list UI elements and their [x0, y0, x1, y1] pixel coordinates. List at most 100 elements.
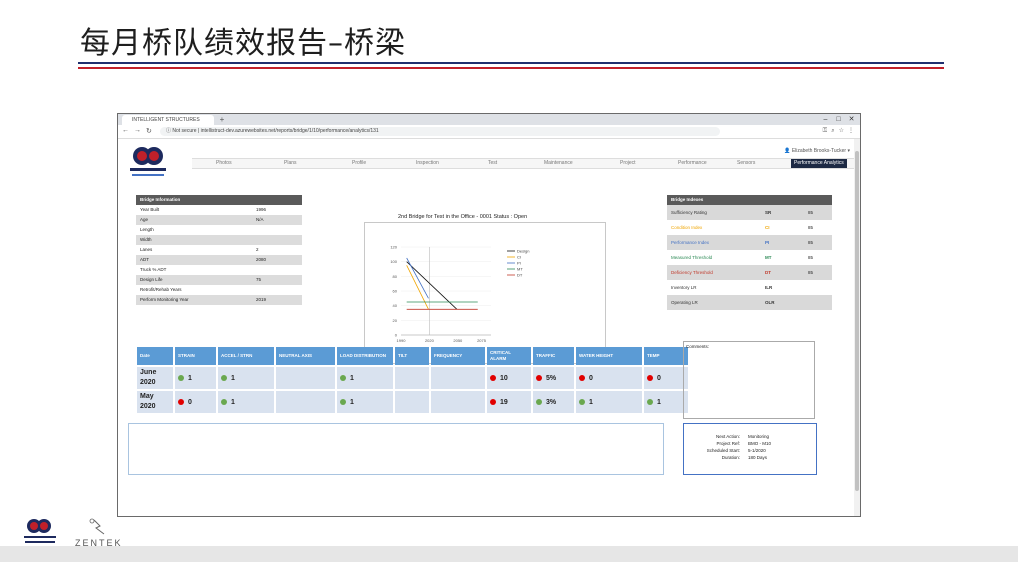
- status-cell[interactable]: 1: [175, 367, 216, 389]
- status-cell[interactable]: 5%: [533, 367, 574, 389]
- status-cell: [431, 367, 485, 389]
- legend-label: DT: [517, 273, 523, 278]
- bridge-info-row: Perform Monitoring Year 2019: [136, 295, 302, 305]
- status-value: 1: [350, 374, 354, 382]
- status-cell[interactable]: 3%: [533, 391, 574, 413]
- green-status-dot-icon: [221, 374, 227, 381]
- bridge-info-row: Design Life 75: [136, 275, 302, 285]
- status-cell: [395, 367, 429, 389]
- column-header: CRITICAL ALARM: [487, 347, 531, 365]
- status-value: 3%: [546, 398, 557, 406]
- chart-title: 2nd Bridge for Test in the Office - 0001…: [398, 214, 528, 220]
- nav-maintenance[interactable]: Maintenance: [544, 159, 573, 168]
- legend-label: Design: [517, 249, 529, 254]
- menu-icon[interactable]: ⋮: [848, 128, 854, 134]
- bridge-info-row: Width: [136, 235, 302, 245]
- nav-project[interactable]: Project: [620, 159, 636, 168]
- next-action-label: Duration:: [721, 455, 740, 460]
- slide-title: 每月桥队绩效报告–桥梁: [80, 26, 406, 61]
- zoom-icon[interactable]: ⌕: [831, 128, 834, 134]
- next-action-row: Duration: 180 Days: [684, 455, 816, 461]
- nav-performance-analytics[interactable]: Performance Analytics: [791, 159, 847, 168]
- key-icon[interactable]: ⚿: [823, 128, 828, 134]
- maximize-icon[interactable]: □: [832, 114, 845, 125]
- nav-performance[interactable]: Performance: [678, 159, 707, 168]
- user-menu[interactable]: 👤 Elizabeth Brooks-Tucker ▾: [784, 148, 850, 154]
- x-tick-label: 1990: [397, 338, 407, 343]
- status-cell[interactable]: 1: [644, 391, 688, 413]
- y-tick-label: 0: [395, 333, 398, 338]
- y-tick-label: 40: [393, 303, 398, 308]
- notes-area[interactable]: [128, 423, 664, 475]
- column-header: FREQUENCY: [431, 347, 485, 365]
- next-action-panel: Next Action: Monitoring Project Ref: BMO - …: [683, 423, 817, 475]
- browser-tab-bar: INTELLIGENT STRUCTURES + – □ ✕: [118, 114, 860, 125]
- bridge-index-code: MT: [765, 255, 772, 260]
- status-cell[interactable]: 1: [337, 391, 393, 413]
- bridge-info-value: 1996: [256, 207, 267, 212]
- forward-icon[interactable]: →: [134, 127, 141, 134]
- bridge-index-label: Operating LR: [671, 300, 698, 305]
- next-action-row: Scheduled Start: 5-1/2020: [684, 448, 816, 454]
- back-icon[interactable]: ←: [122, 127, 129, 134]
- green-status-dot-icon: [340, 398, 346, 405]
- nav-profile[interactable]: Profile: [352, 159, 366, 168]
- next-action-value: Monitoring: [748, 434, 770, 439]
- bridge-info-value: 2080: [256, 257, 267, 262]
- legend-label: CI: [517, 255, 521, 260]
- bridge-index-row: Measured Threshold MT 85: [667, 250, 832, 265]
- next-action-label: Next Action:: [715, 434, 740, 439]
- star-icon[interactable]: ☆: [839, 128, 844, 134]
- reload-icon[interactable]: ↻: [146, 127, 152, 135]
- status-cell[interactable]: 0: [644, 367, 688, 389]
- minimize-icon[interactable]: –: [819, 114, 832, 125]
- column-header: WATER HEIGHT: [576, 347, 642, 365]
- bridge-index-code: DT: [765, 270, 771, 275]
- legend-label: PI: [517, 261, 521, 266]
- url-field[interactable]: ⓘ Not secure | intellistruct-dev.azurewe…: [160, 127, 720, 136]
- browser-tab[interactable]: INTELLIGENT STRUCTURES: [122, 115, 214, 125]
- nav-inspection[interactable]: Inspection: [416, 159, 439, 168]
- y-tick-label: 20: [393, 318, 398, 323]
- nav-photos[interactable]: Photos: [216, 159, 232, 168]
- page-scrollbar[interactable]: [854, 139, 860, 516]
- nav-sensors[interactable]: Sensors: [737, 159, 755, 168]
- status-value: 1: [589, 398, 593, 406]
- status-cell[interactable]: 1: [218, 391, 274, 413]
- nav-test[interactable]: Test: [488, 159, 497, 168]
- new-tab-icon[interactable]: +: [217, 115, 227, 124]
- close-icon[interactable]: ✕: [845, 114, 858, 125]
- bridge-index-value: 85: [808, 240, 814, 245]
- status-cell[interactable]: 10: [487, 367, 531, 389]
- next-action-row: Project Ref: BMO - M10: [684, 441, 816, 447]
- status-cell[interactable]: 19: [487, 391, 531, 413]
- status-cell: [276, 367, 335, 389]
- status-cell[interactable]: 1: [576, 391, 642, 413]
- green-status-dot-icon: [178, 374, 184, 381]
- status-cell[interactable]: 1: [337, 367, 393, 389]
- status-cell[interactable]: 0: [576, 367, 642, 389]
- bridge-index-code: PI: [765, 240, 770, 245]
- bridge-index-label: Condition Index: [671, 225, 703, 230]
- status-cell: [276, 391, 335, 413]
- bridge-index-value: 85: [808, 270, 814, 275]
- title-divider-red: [78, 67, 944, 69]
- status-cell: [395, 391, 429, 413]
- status-cell[interactable]: 1: [218, 367, 274, 389]
- bridge-index-value: 85: [808, 210, 814, 215]
- green-status-dot-icon: [340, 374, 346, 381]
- scrollbar-thumb[interactable]: [855, 151, 859, 491]
- green-status-dot-icon: [221, 398, 227, 405]
- bridge-info-value: 2: [256, 247, 259, 252]
- nav-plans[interactable]: Plans: [284, 159, 297, 168]
- x-tick-label: 2075: [477, 338, 487, 343]
- green-status-dot-icon: [536, 398, 542, 405]
- comments-box[interactable]: Comments:: [683, 341, 815, 419]
- title-divider-blue: [78, 62, 944, 64]
- status-value: 1: [188, 374, 192, 382]
- browser-window: INTELLIGENT STRUCTURES + – □ ✕ ← → ↻ ⓘ Not…: [117, 113, 861, 517]
- bridge-info-value: 2019: [256, 297, 267, 302]
- status-cell[interactable]: 0: [175, 391, 216, 413]
- table-row: June 2020 1 1 1 10 5% 0 0: [137, 367, 688, 389]
- bridge-information-panel: Bridge Information Year Built 1996 Age N/A L…: [136, 195, 302, 305]
